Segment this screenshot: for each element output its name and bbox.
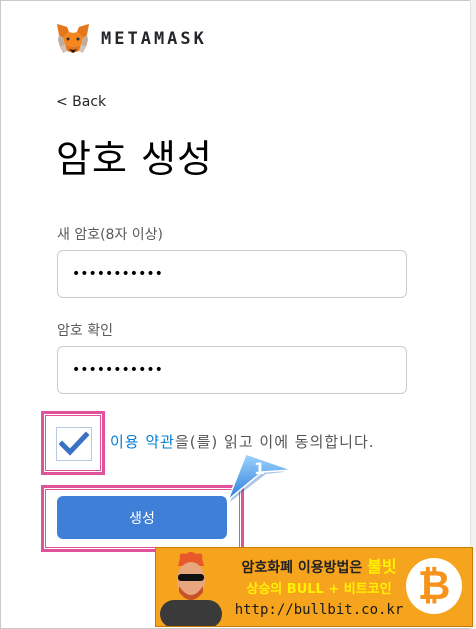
terms-rest-text: 을(를) 읽고 이에 동의합니다. <box>174 433 375 451</box>
step-number: 1 <box>254 459 265 478</box>
banner-line-1-prefix: 암호화폐 이용방법은 <box>241 560 368 576</box>
brand-wordmark: METAMASK <box>101 29 207 49</box>
step-callout-arrow-icon: 1 <box>226 453 293 503</box>
terms-link[interactable]: 이용 약관 <box>110 433 175 451</box>
new-password-input[interactable]: ••••••••••• <box>57 250 407 298</box>
banner-line-1: 암호화폐 이용방법은 불빗 <box>224 556 414 579</box>
brand-header: METAMASK <box>56 22 207 56</box>
back-link[interactable]: < Back <box>56 94 106 110</box>
new-password-value: ••••••••••• <box>72 266 163 282</box>
banner-copy: 암호화폐 이용방법은 불빗 상승의 BULL + 비트코인 http://bul… <box>224 556 414 621</box>
ad-banner[interactable]: 암호화폐 이용방법은 불빗 상승의 BULL + 비트코인 http://bul… <box>155 547 473 627</box>
banner-line-1-highlight: 불빗 <box>367 557 397 576</box>
metamask-fox-icon <box>57 24 89 53</box>
terms-agreement-text: 이용 약관을(를) 읽고 이에 동의합니다. <box>110 431 375 452</box>
confirm-password-input[interactable]: ••••••••••• <box>57 346 407 394</box>
confirm-password-value: ••••••••••• <box>72 362 163 378</box>
bitcoin-icon: ₿ <box>406 558 462 614</box>
confirm-password-label: 암호 확인 <box>57 323 113 339</box>
banner-line-2: 상승의 BULL + 비트코인 <box>246 582 392 597</box>
checkmark-icon <box>59 431 89 456</box>
page-title: 암호 생성 <box>56 137 213 181</box>
create-button[interactable]: 생성 <box>57 496 227 539</box>
banner-url[interactable]: http://bullbit.co.kr <box>224 600 414 621</box>
terms-checkbox[interactable] <box>56 427 92 461</box>
scrollbar[interactable] <box>470 0 476 629</box>
new-password-label: 새 암호(8자 이상) <box>57 227 164 243</box>
man-with-sunglasses-icon <box>160 552 222 626</box>
